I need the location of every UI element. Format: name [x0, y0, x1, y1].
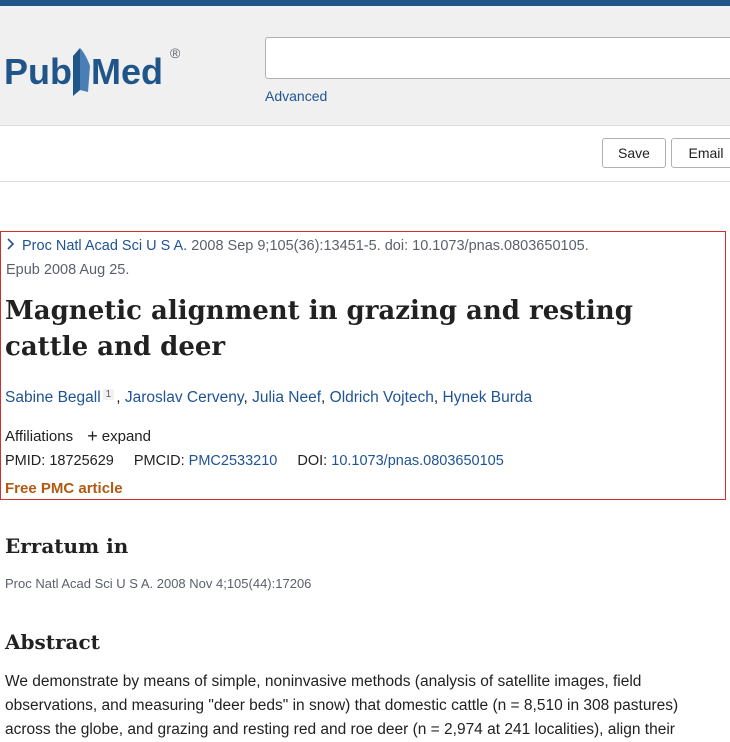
search-input[interactable] [265, 37, 730, 79]
citation-details: 2008 Sep 9;105(36):13451-5. doi: 10.1073… [191, 238, 589, 254]
free-pmc-badge: Free PMC article [5, 480, 123, 497]
plus-icon: + [87, 426, 98, 446]
affiliations-label: Affiliations [5, 428, 74, 445]
author-link[interactable]: Sabine Begall [5, 389, 101, 406]
erratum-citation[interactable]: Proc Natl Acad Sci U S A. 2008 Nov 4;105… [5, 576, 311, 591]
pmcid-link[interactable]: PMC2533210 [189, 453, 278, 469]
journal-link[interactable]: Proc Natl Acad Sci U S A. [22, 238, 187, 254]
doi-label: DOI: [297, 453, 328, 469]
identifiers-row: PMID: 18725629 PMCID: PMC2533210 DOI: 10… [5, 453, 504, 469]
svg-text:®: ® [170, 45, 181, 61]
abstract-text: We demonstrate by means of simple, nonin… [5, 673, 679, 738]
erratum-heading: Erratum in [5, 534, 129, 558]
pmid-label: PMID: [5, 453, 46, 469]
abstract-heading: Abstract [5, 630, 100, 654]
svg-text:Med: Med [91, 51, 163, 92]
svg-text:Pub: Pub [4, 51, 72, 92]
affiliations-expand-toggle[interactable]: + expand [87, 426, 151, 446]
email-button[interactable]: Email [671, 138, 730, 168]
article-citation: Proc Natl Acad Sci U S A. 2008 Sep 9;105… [6, 234, 706, 282]
author-link[interactable]: Oldrich Vojtech [330, 389, 434, 406]
article-title: Magnetic alignment in grazing and restin… [5, 296, 633, 362]
pubmed-logo[interactable]: Pub Med ® [4, 36, 194, 100]
pmcid-label: PMCID: [133, 453, 185, 469]
save-button[interactable]: Save [602, 138, 666, 168]
expand-label: expand [101, 428, 151, 445]
author-link[interactable]: Jaroslav Cerveny [125, 389, 244, 406]
pmid-value: 18725629 [49, 453, 114, 469]
doi-link[interactable]: 10.1073/pnas.0803650105 [331, 453, 504, 469]
chevron-right-icon[interactable] [6, 234, 22, 258]
author-link[interactable]: Julia Neef [252, 389, 321, 406]
advanced-search-link[interactable]: Advanced [265, 88, 327, 104]
affiliation-marker[interactable]: 1 [102, 389, 115, 400]
authors-list: Sabine Begall 1, Jaroslav Cerveny, Julia … [5, 389, 533, 406]
site-header: Pub Med ® Advanced [0, 6, 730, 126]
actions-bar: Save Email [0, 126, 730, 182]
author-link[interactable]: Hynek Burda [443, 389, 533, 406]
epub-date: Epub 2008 Aug 25. [6, 262, 130, 278]
affiliations-row: Affiliations + expand [5, 426, 151, 447]
